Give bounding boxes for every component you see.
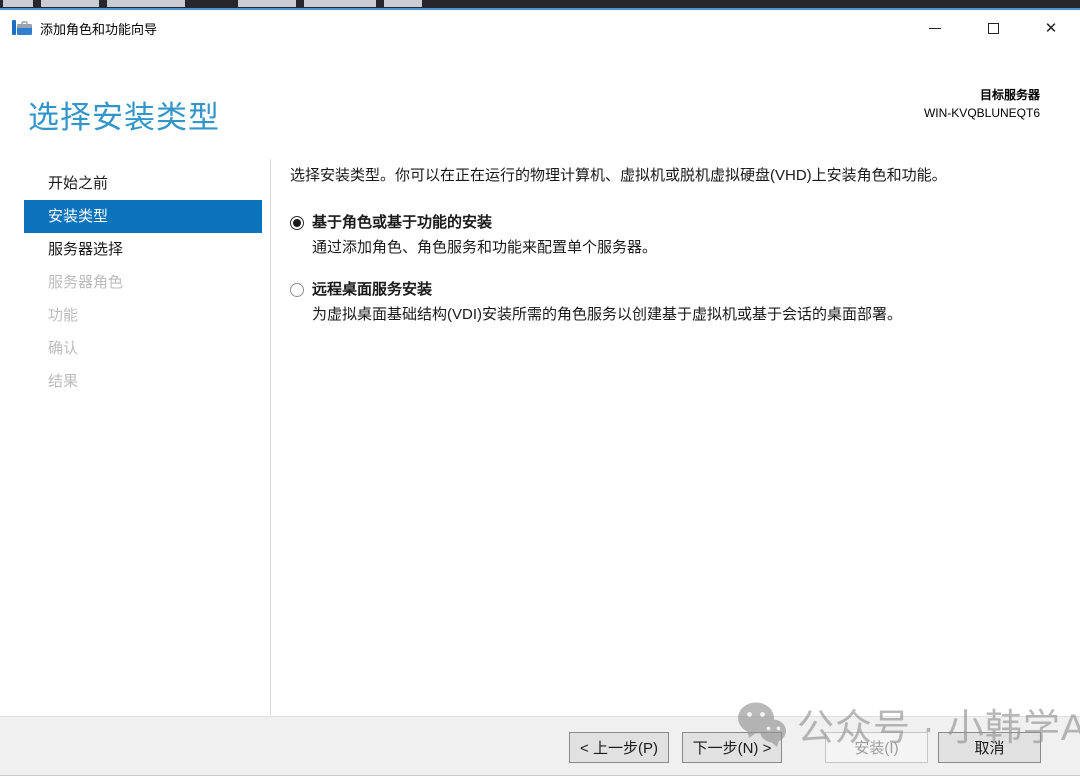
next-button[interactable]: 下一步(N) > bbox=[682, 732, 782, 763]
main-content: 选择安装类型。你可以在正在运行的物理计算机、虚拟机或脱机虚拟硬盘(VHD)上安装… bbox=[290, 160, 1060, 715]
sidebar-item-features: 功能 bbox=[24, 299, 262, 332]
background-app-text-fragment bbox=[384, 0, 422, 7]
option-role-based-label[interactable]: 基于角色或基于功能的安装 bbox=[312, 214, 657, 232]
minimize-button[interactable] bbox=[906, 10, 964, 46]
previous-button[interactable]: < 上一步(P) bbox=[569, 732, 669, 763]
minimize-icon bbox=[929, 28, 941, 29]
target-server-label: 目标服务器 bbox=[924, 86, 1040, 103]
radio-selected-icon[interactable] bbox=[290, 216, 304, 230]
footer-bar: < 上一步(P) 下一步(N) > 安装(I) 取消 bbox=[0, 716, 1080, 775]
screen: 添加角色和功能向导 ✕ 选择安装类型 目标服务器 WIN-KVQBLUNEQT6… bbox=[0, 0, 1080, 776]
window-title: 添加角色和功能向导 bbox=[40, 19, 157, 38]
sidebar-item-confirmation: 确认 bbox=[24, 332, 262, 365]
sidebar-item-installation-type[interactable]: 安装类型 bbox=[24, 200, 262, 233]
sidebar-item-server-selection[interactable]: 服务器选择 bbox=[24, 233, 262, 266]
close-button[interactable]: ✕ bbox=[1022, 10, 1080, 46]
background-app-text-fragment bbox=[238, 0, 296, 7]
option-remote-desktop-description: 为虚拟桌面基础结构(VDI)安装所需的角色服务以创建基于虚拟机或基于会话的桌面部… bbox=[312, 305, 902, 324]
option-text-block: 远程桌面服务安装 为虚拟桌面基础结构(VDI)安装所需的角色服务以创建基于虚拟机… bbox=[312, 281, 902, 324]
maximize-icon bbox=[988, 23, 999, 34]
background-app-text-fragment bbox=[3, 0, 33, 7]
option-remote-desktop-label[interactable]: 远程桌面服务安装 bbox=[312, 281, 902, 299]
option-role-based-description: 通过添加角色、角色服务和功能来配置单个服务器。 bbox=[312, 238, 657, 257]
background-app-text-fragment bbox=[107, 0, 185, 7]
background-app-text-fragment bbox=[304, 0, 376, 7]
wizard-toolbox-icon bbox=[12, 19, 32, 37]
sidebar-item-before-you-begin[interactable]: 开始之前 bbox=[24, 167, 262, 200]
wizard-steps-sidebar: 开始之前 安装类型 服务器选择 服务器角色 功能 确认 结果 bbox=[0, 159, 270, 715]
background-app-text-fragment bbox=[41, 0, 99, 7]
cancel-button[interactable]: 取消 bbox=[938, 732, 1041, 763]
maximize-button[interactable] bbox=[964, 10, 1022, 46]
install-button: 安装(I) bbox=[825, 732, 928, 763]
option-role-based-install[interactable]: 基于角色或基于功能的安装 通过添加角色、角色服务和功能来配置单个服务器。 bbox=[290, 214, 1060, 257]
page-title: 选择安装类型 bbox=[28, 92, 220, 137]
window-controls: ✕ bbox=[906, 10, 1080, 46]
target-server-name: WIN-KVQBLUNEQT6 bbox=[924, 106, 1040, 120]
sidebar-item-server-roles: 服务器角色 bbox=[24, 266, 262, 299]
title-bar: 添加角色和功能向导 ✕ bbox=[0, 10, 1080, 46]
sidebar-divider bbox=[270, 159, 271, 715]
target-server-block: 目标服务器 WIN-KVQBLUNEQT6 bbox=[924, 86, 1040, 120]
option-remote-desktop-install[interactable]: 远程桌面服务安装 为虚拟桌面基础结构(VDI)安装所需的角色服务以创建基于虚拟机… bbox=[290, 281, 1060, 324]
option-text-block: 基于角色或基于功能的安装 通过添加角色、角色服务和功能来配置单个服务器。 bbox=[312, 214, 657, 257]
background-window-fragment bbox=[0, 0, 1080, 8]
sidebar-item-results: 结果 bbox=[24, 365, 262, 398]
close-icon: ✕ bbox=[1045, 21, 1058, 36]
wizard-window: 添加角色和功能向导 ✕ 选择安装类型 目标服务器 WIN-KVQBLUNEQT6… bbox=[0, 8, 1080, 776]
radio-unselected-icon[interactable] bbox=[290, 283, 304, 297]
intro-text: 选择安装类型。你可以在正在运行的物理计算机、虚拟机或脱机虚拟硬盘(VHD)上安装… bbox=[290, 166, 1060, 186]
